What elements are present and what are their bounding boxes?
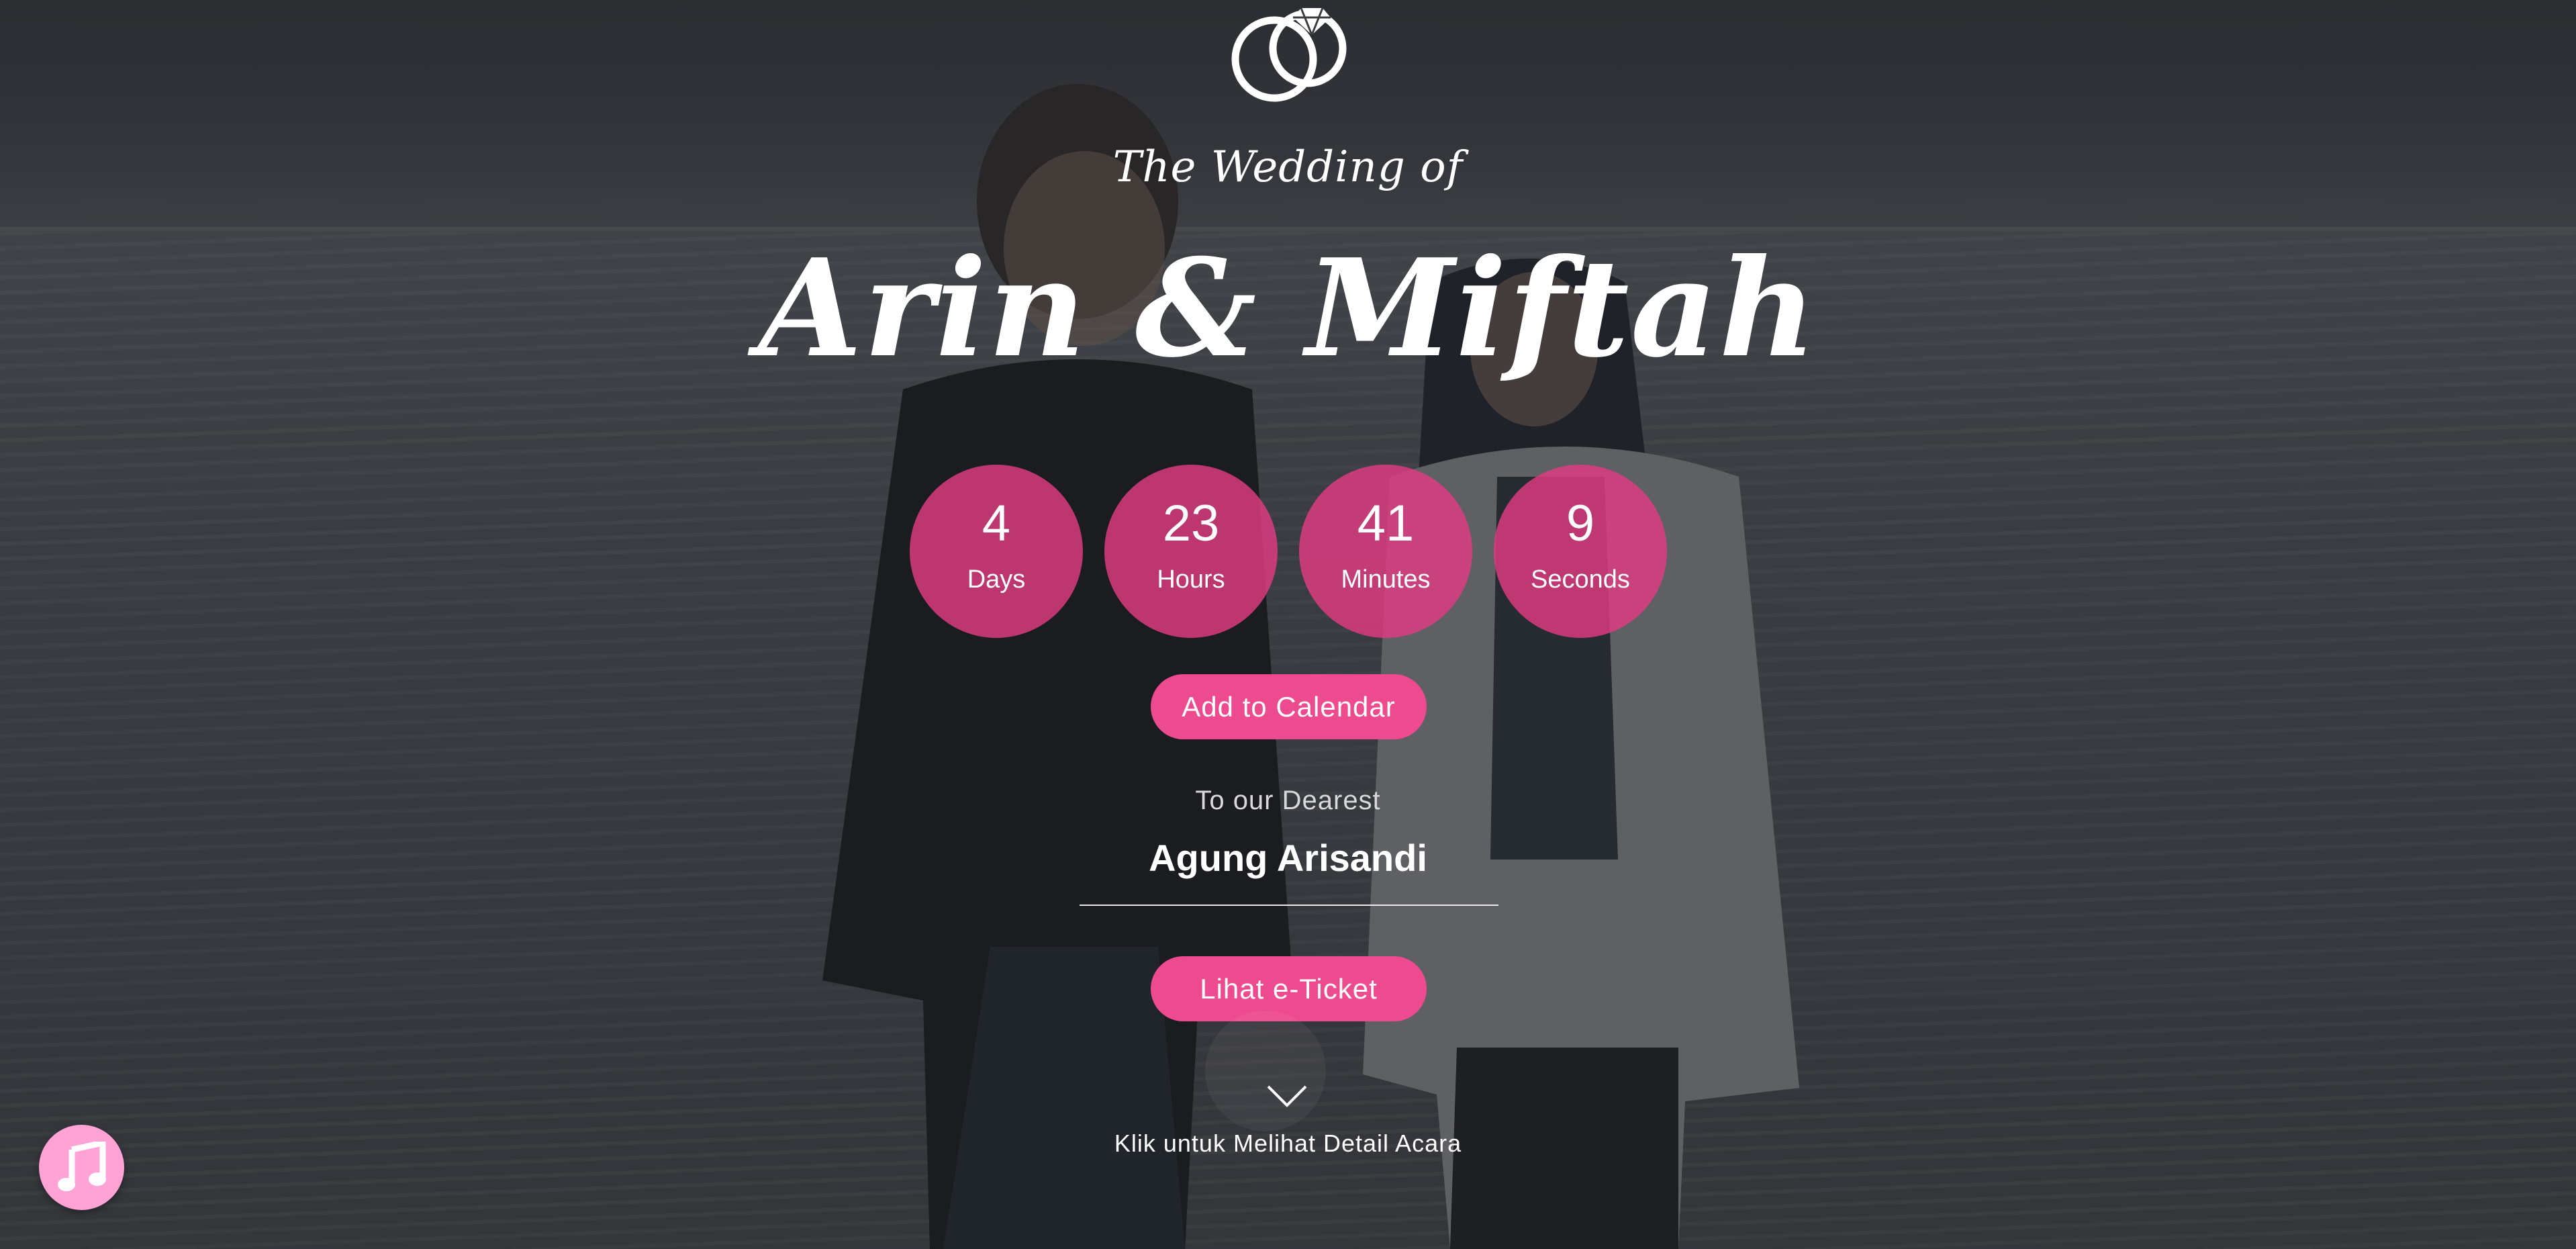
music-toggle-button[interactable] (39, 1125, 124, 1210)
music-note-icon (58, 1142, 106, 1191)
countdown: 4 Days 23 Hours 41 Minutes 9 Seconds (910, 465, 1668, 639)
wedding-kicker: The Wedding of (1112, 142, 1464, 192)
countdown-seconds-value: 9 (1566, 495, 1595, 552)
countdown-minutes-value: 41 (1357, 495, 1415, 552)
countdown-hours: 23 Hours (1104, 465, 1278, 638)
guest-name: Agung Arisandi (1149, 837, 1427, 879)
scroll-down-button[interactable] (1205, 1011, 1326, 1131)
eticket-button[interactable]: Lihat e-Ticket (1151, 956, 1427, 1021)
countdown-days: 4 Days (910, 465, 1083, 638)
countdown-seconds-label: Seconds (1531, 565, 1630, 594)
countdown-minutes: 41 Minutes (1299, 465, 1472, 638)
add-to-calendar-button[interactable]: Add to Calendar (1151, 674, 1427, 739)
couple-names: Arin & Miftah (758, 230, 1818, 387)
countdown-hours-value: 23 (1162, 495, 1220, 552)
countdown-hours-label: Hours (1157, 565, 1225, 594)
chevron-down-icon[interactable] (1266, 1082, 1308, 1109)
countdown-days-label: Days (967, 565, 1026, 594)
wedding-rings-icon (1231, 7, 1347, 102)
countdown-minutes-label: Minutes (1341, 565, 1431, 594)
event-detail-link[interactable]: Klik untuk Melihat Detail Acara (0, 1129, 2576, 1158)
guest-divider (1080, 905, 1498, 906)
invite-greeting: To our Dearest (1195, 786, 1381, 815)
countdown-seconds: 9 Seconds (1494, 465, 1667, 638)
countdown-days-value: 4 (982, 495, 1011, 552)
